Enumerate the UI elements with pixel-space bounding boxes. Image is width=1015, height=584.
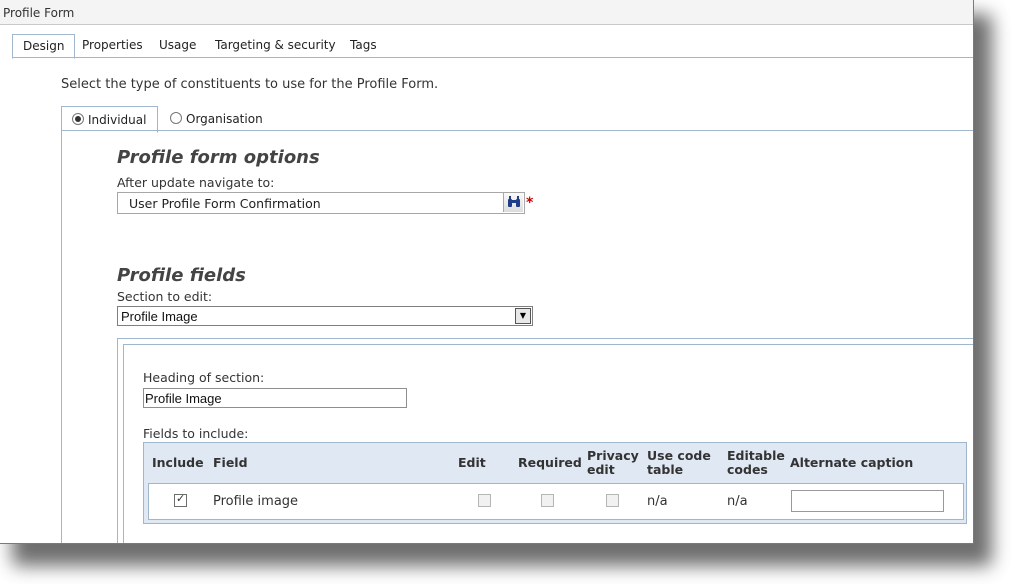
col-privacy-edit-line1: Privacy	[587, 448, 639, 463]
col-use-code-table-line1: Use code	[647, 448, 711, 463]
col-editable-codes-line1: Editable	[727, 448, 785, 463]
privacy-edit-checkbox[interactable]	[606, 494, 619, 507]
individual-label: Individual	[88, 113, 147, 127]
col-use-code-table: Use code table	[647, 449, 711, 477]
organisation-radio[interactable]	[170, 112, 182, 124]
binoculars-icon[interactable]	[503, 193, 523, 212]
tab-organisation[interactable]: Organisation	[170, 106, 270, 130]
col-include: Include	[152, 455, 204, 470]
col-field: Field	[213, 455, 248, 470]
required-marker: *	[526, 195, 534, 211]
profile-form-options-heading: Profile form options	[117, 147, 320, 168]
tab-tags[interactable]: Tags	[340, 34, 387, 56]
main-tabs: Design Properties Usage Targeting & secu…	[12, 34, 973, 59]
col-privacy-edit-line2: edit	[587, 462, 615, 477]
heading-of-section-input[interactable]: Profile Image	[143, 388, 407, 408]
tab-individual[interactable]: Individual	[61, 106, 158, 133]
tab-design[interactable]: Design	[12, 34, 76, 59]
col-required: Required	[518, 455, 582, 470]
navigate-field[interactable]: User Profile Form Confirmation	[117, 192, 525, 214]
profile-fields-heading: Profile fields	[117, 265, 246, 286]
organisation-label: Organisation	[186, 112, 263, 126]
individual-radio[interactable]	[72, 113, 84, 125]
intro-text: Select the type of constituents to use f…	[61, 77, 439, 92]
include-checkbox[interactable]	[174, 492, 187, 507]
use-code-table-value: n/a	[647, 494, 668, 509]
section-label: Section to edit:	[117, 289, 213, 304]
tab-targeting-security[interactable]: Targeting & security	[205, 34, 346, 56]
col-edit: Edit	[458, 455, 486, 470]
alternate-caption-input[interactable]	[791, 490, 944, 512]
field-name: Profile image	[213, 494, 299, 509]
profile-form-window: Profile Form Design Properties Usage Tar…	[0, 0, 974, 544]
fields-to-include-label: Fields to include:	[143, 426, 249, 441]
table-row: Profile image n/a n/a	[148, 483, 964, 520]
navigate-label: After update navigate to:	[117, 175, 275, 190]
window-title: Profile Form	[3, 6, 75, 20]
required-checkbox[interactable]	[541, 494, 554, 507]
heading-of-section-value: Profile Image	[145, 391, 222, 406]
tab-properties[interactable]: Properties	[72, 34, 153, 56]
heading-of-section-label: Heading of section:	[143, 370, 265, 385]
col-editable-codes-line2: codes	[727, 462, 768, 477]
navigate-value: User Profile Form Confirmation	[129, 196, 321, 211]
title-bar: Profile Form	[0, 0, 973, 25]
tab-divider	[12, 57, 973, 58]
col-privacy-edit: Privacy edit	[587, 449, 639, 477]
col-editable-codes: Editable codes	[727, 449, 785, 477]
col-alternate-caption: Alternate caption	[790, 455, 914, 470]
section-select-value: Profile Image	[121, 309, 198, 324]
chevron-down-icon[interactable]: ▼	[515, 308, 531, 324]
edit-checkbox[interactable]	[478, 494, 491, 507]
section-select[interactable]: Profile Image ▼	[117, 306, 533, 326]
col-use-code-table-line2: table	[647, 462, 684, 477]
fields-grid: Include Field Edit Required Privacy edit…	[143, 442, 967, 524]
constituent-tabs: Individual Organisation	[61, 106, 973, 133]
editable-codes-value: n/a	[727, 494, 748, 509]
tab-usage[interactable]: Usage	[149, 34, 206, 56]
